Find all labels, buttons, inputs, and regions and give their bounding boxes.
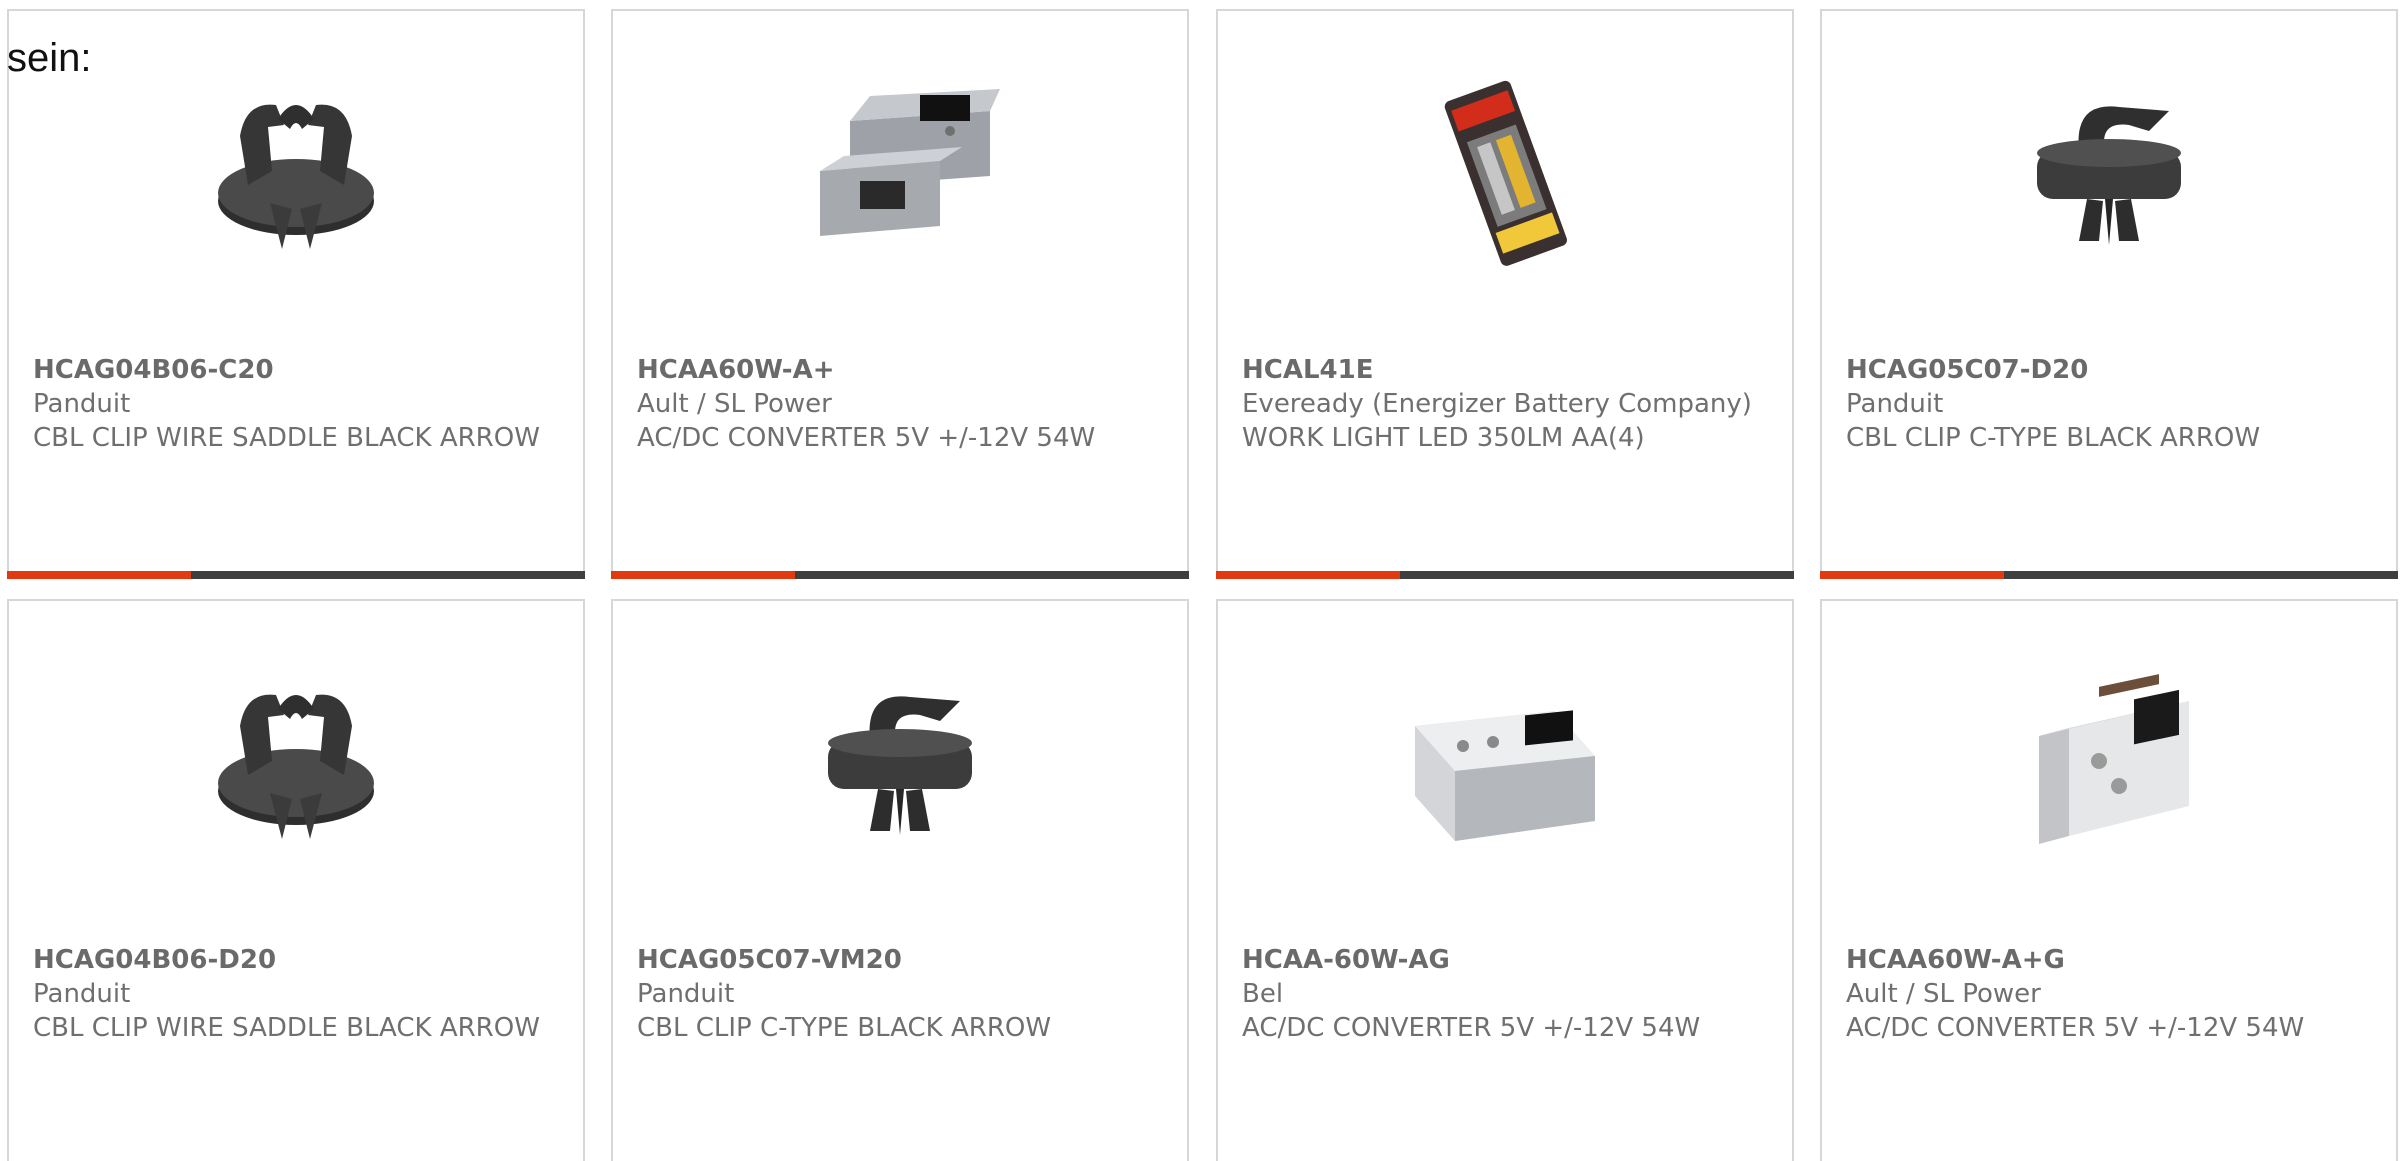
- intro-text: sein:: [7, 36, 92, 80]
- product-part-number[interactable]: HCAA60W-A+: [637, 353, 1157, 387]
- product-image[interactable]: [1395, 66, 1615, 276]
- product-card[interactable]: HCAA60W-A+G Ault / SL Power AC/DC CONVER…: [1820, 599, 2398, 1161]
- product-manufacturer: Panduit: [33, 389, 131, 419]
- product-description: AC/DC CONVERTER 5V +/-12V 54W: [1846, 1013, 2305, 1043]
- product-image[interactable]: [790, 656, 1010, 866]
- product-part-number[interactable]: HCAA60W-A+G: [1846, 943, 2366, 977]
- product-description: WORK LIGHT LED 350LM AA(4): [1242, 423, 1645, 453]
- product-manufacturer: Panduit: [637, 979, 735, 1009]
- c-type-clip-icon: [2019, 81, 2199, 261]
- product-card[interactable]: HCAL41E Eveready (Energizer Battery Comp…: [1216, 9, 1794, 579]
- product-manufacturer: Ault / SL Power: [1846, 979, 2041, 1009]
- card-accent-bar: [611, 571, 1189, 579]
- bracket-power-supply-icon: [2009, 666, 2209, 856]
- saddle-clip-icon: [206, 671, 386, 851]
- product-card[interactable]: HCAA60W-A+ Ault / SL Power AC/DC CONVERT…: [611, 9, 1189, 579]
- product-description: CBL CLIP WIRE SADDLE BLACK ARROW: [33, 423, 540, 453]
- card-accent-fill: [1820, 571, 2004, 579]
- c-type-clip-icon: [810, 671, 990, 851]
- product-part-number[interactable]: HCAG05C07-VM20: [637, 943, 1157, 977]
- product-description: AC/DC CONVERTER 5V +/-12V 54W: [637, 423, 1096, 453]
- power-supply-box-icon: [1405, 666, 1605, 856]
- product-description: CBL CLIP WIRE SADDLE BLACK ARROW: [33, 1013, 540, 1043]
- card-accent-fill: [611, 571, 795, 579]
- work-light-package-icon: [1415, 71, 1595, 271]
- product-image[interactable]: [1999, 656, 2219, 866]
- saddle-clip-icon: [206, 81, 386, 261]
- card-accent-fill: [7, 571, 191, 579]
- product-manufacturer: Panduit: [33, 979, 131, 1009]
- product-part-number[interactable]: HCAG05C07-D20: [1846, 353, 2366, 387]
- product-image[interactable]: [186, 656, 406, 866]
- product-part-number[interactable]: HCAL41E: [1242, 353, 1762, 387]
- product-description: CBL CLIP C-TYPE BLACK ARROW: [637, 1013, 1052, 1043]
- product-manufacturer: Ault / SL Power: [637, 389, 832, 419]
- open-frame-power-supply-icon: [800, 81, 1000, 261]
- product-part-number[interactable]: HCAA-60W-AG: [1242, 943, 1762, 977]
- product-card[interactable]: HCAG04B06-D20 Panduit CBL CLIP WIRE SADD…: [7, 599, 585, 1161]
- product-description: AC/DC CONVERTER 5V +/-12V 54W: [1242, 1013, 1701, 1043]
- product-grid-page: sein: HCAG04B06-C20 Panduit CBL CLIP WIR…: [0, 0, 2400, 1161]
- card-accent-bar: [1216, 571, 1794, 579]
- product-card[interactable]: HCAG05C07-D20 Panduit CBL CLIP C-TYPE BL…: [1820, 9, 2398, 579]
- product-card[interactable]: HCAG05C07-VM20 Panduit CBL CLIP C-TYPE B…: [611, 599, 1189, 1161]
- card-accent-bar: [1820, 571, 2398, 579]
- card-accent-fill: [1216, 571, 1400, 579]
- card-accent-bar: [7, 571, 585, 579]
- product-manufacturer: Bel: [1242, 979, 1284, 1009]
- product-manufacturer: Panduit: [1846, 389, 1944, 419]
- product-card[interactable]: HCAA-60W-AG Bel AC/DC CONVERTER 5V +/-12…: [1216, 599, 1794, 1161]
- product-image[interactable]: [1395, 656, 1615, 866]
- product-image[interactable]: [186, 66, 406, 276]
- product-description: CBL CLIP C-TYPE BLACK ARROW: [1846, 423, 2261, 453]
- product-part-number[interactable]: HCAG04B06-D20: [33, 943, 553, 977]
- product-image[interactable]: [790, 66, 1010, 276]
- product-manufacturer: Eveready (Energizer Battery Company): [1242, 389, 1752, 419]
- product-part-number[interactable]: HCAG04B06-C20: [33, 353, 553, 387]
- product-image[interactable]: [1999, 66, 2219, 276]
- product-card[interactable]: HCAG04B06-C20 Panduit CBL CLIP WIRE SADD…: [7, 9, 585, 579]
